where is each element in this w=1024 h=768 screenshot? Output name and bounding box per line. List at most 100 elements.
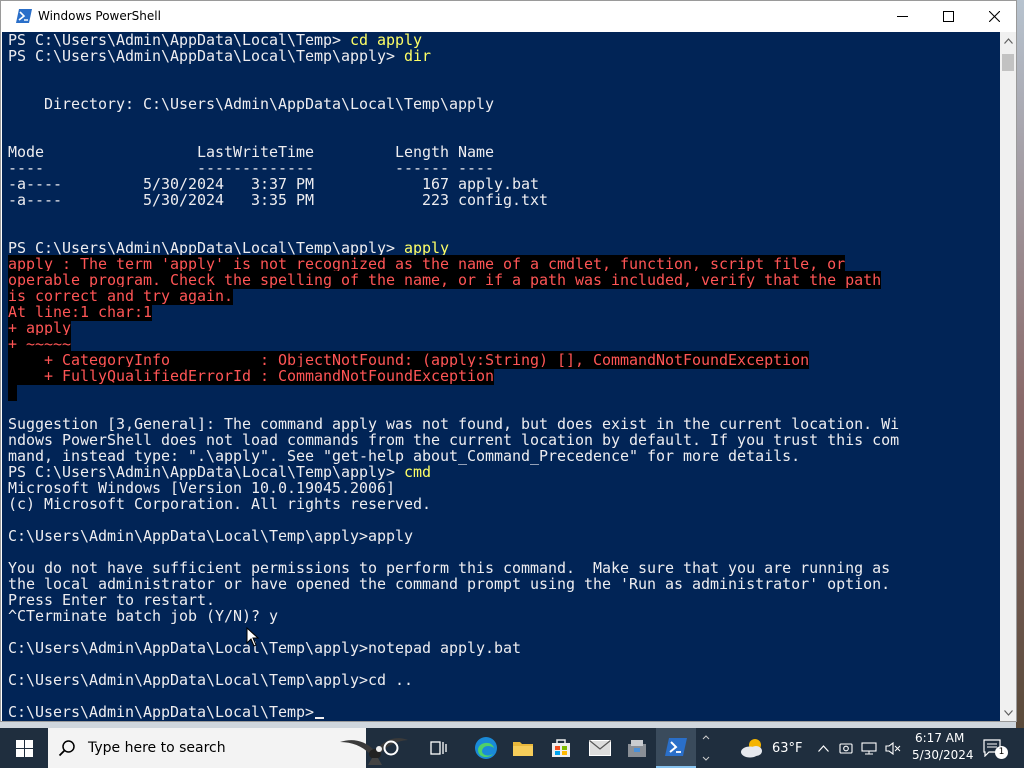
console-line: -a---- 5/30/2024 3:35 PM 223 config.txt: [8, 192, 899, 208]
powershell-icon: [665, 738, 687, 756]
console-line: C:\Users\Admin\AppData\Local\Temp\apply>…: [8, 640, 899, 656]
title-bar[interactable]: Windows PowerShell: [1, 1, 1016, 32]
weather-button[interactable]: [736, 728, 770, 768]
window-title: Windows PowerShell: [38, 9, 161, 23]
store-bag-icon: [552, 739, 570, 757]
camera-icon: [839, 743, 853, 754]
console-line: You do not have sufficient permissions t…: [8, 560, 899, 576]
console-line: At line:1 char:1: [8, 303, 899, 321]
close-icon: [988, 11, 1000, 22]
console-line: ---- ------------- ------ ----: [8, 160, 899, 176]
clock-time[interactable]: 6:17 AM: [915, 731, 964, 745]
scroll-down-button[interactable]: [1000, 704, 1016, 721]
console-line: apply : The term 'apply' is not recogniz…: [8, 255, 899, 273]
chevron-up-down-icon: [702, 735, 710, 761]
minimize-icon: [896, 16, 908, 17]
show-hidden-icons-button[interactable]: [814, 728, 832, 768]
taskbar-app-installer[interactable]: [620, 728, 654, 768]
maximize-button[interactable]: [925, 1, 971, 32]
search-icon: [58, 740, 75, 757]
task-view-icon: [430, 741, 447, 755]
cortana-button[interactable]: [368, 728, 414, 768]
console-text: ^CTerminate batch job (Y/N)? y: [8, 607, 279, 625]
scroll-up-button[interactable]: [1000, 32, 1016, 49]
console-line: Suggestion [3,General]: The command appl…: [8, 416, 899, 432]
console-line: + apply: [8, 319, 899, 337]
console-text: -a---- 5/30/2024 3:35 PM 223 config.txt: [8, 191, 549, 209]
console-text: C:\Users\Admin\AppData\Local\Temp\apply>…: [8, 527, 414, 545]
folder-icon: [513, 742, 533, 756]
console-line: PS C:\Users\Admin\AppData\Local\Temp\app…: [8, 48, 899, 64]
console-line: (c) Microsoft Corporation. All rights re…: [8, 496, 899, 512]
taskbar-app-mail[interactable]: [584, 728, 616, 768]
close-button[interactable]: [971, 1, 1017, 32]
console-text: (c) Microsoft Corporation. All rights re…: [8, 495, 432, 513]
minimize-button[interactable]: [879, 1, 925, 32]
console-text: Directory: C:\Users\Admin\AppData\Local\…: [8, 95, 495, 113]
console-text: C:\Users\Admin\AppData\Local\Temp\apply>…: [8, 671, 414, 689]
network-icon: [861, 741, 877, 754]
desktop-background: [1016, 0, 1024, 728]
console-line: + ~~~~~: [8, 335, 899, 353]
tray-network[interactable]: [858, 728, 880, 768]
console-line: mand, instead type: ".\apply". See "get-…: [8, 448, 899, 464]
taskbar-app-powershell[interactable]: [656, 728, 696, 768]
cortana-circle-icon: [383, 740, 399, 756]
console-line: Directory: C:\Users\Admin\AppData\Local\…: [8, 96, 899, 112]
taskbar-app-store[interactable]: [546, 728, 576, 768]
taskbar-app-file-explorer[interactable]: [508, 728, 538, 768]
mail-envelope-icon: [589, 740, 611, 756]
mouse-pointer-icon: [246, 627, 260, 647]
taskbar-overflow-arrows[interactable]: [698, 728, 714, 768]
console-text: PS C:\Users\Admin\AppData\Local\Temp\app…: [8, 47, 405, 65]
weather-cloud-sun-icon: [741, 739, 762, 758]
search-placeholder: Type here to search: [88, 740, 226, 756]
chevron-down-icon: [1003, 709, 1013, 716]
error-text: + FullyQualifiedErrorId : CommandNotFoun…: [8, 367, 495, 385]
start-button[interactable]: [0, 728, 48, 768]
notification-badge: 1: [995, 746, 1008, 759]
windows-logo-icon: [15, 739, 33, 757]
console-text: C:\Users\Admin\AppData\Local\Temp>: [8, 703, 315, 721]
scroll-thumb[interactable]: [1002, 54, 1014, 71]
console-line: + FullyQualifiedErrorId : CommandNotFoun…: [8, 367, 899, 385]
console-line: -a---- 5/30/2024 3:37 PM 167 apply.bat: [8, 176, 899, 192]
console-line: Microsoft Windows [Version 10.0.19045.20…: [8, 480, 899, 496]
console-line: operable program. Check the spelling of …: [8, 271, 899, 289]
console-line: C:\Users\Admin\AppData\Local\Temp>: [8, 704, 899, 720]
powershell-icon: [16, 9, 32, 23]
error-text: [8, 383, 18, 401]
powershell-window[interactable]: Windows PowerShell PS C:\Users\Admin\App…: [0, 0, 1017, 722]
taskbar-app-edge[interactable]: [464, 728, 508, 768]
weather-temperature: 63°F: [772, 741, 803, 756]
console-line: PS C:\Users\Admin\AppData\Local\Temp\app…: [8, 464, 899, 480]
clock-date[interactable]: 5/30/2024: [912, 748, 974, 762]
console-line: ^CTerminate batch job (Y/N)? y: [8, 608, 899, 624]
console-line: Mode LastWriteTime Length Name: [8, 144, 899, 160]
tray-meet-now[interactable]: [836, 728, 856, 768]
maximize-icon: [942, 11, 954, 22]
console-line: [8, 383, 899, 401]
console-lines: PS C:\Users\Admin\AppData\Local\Temp> cd…: [8, 32, 899, 720]
chevron-up-icon: [1003, 37, 1013, 44]
tray-volume[interactable]: [882, 728, 904, 768]
console-line: the local administrator or have opened t…: [8, 576, 899, 592]
vertical-scrollbar[interactable]: [1000, 32, 1016, 721]
task-view-button[interactable]: [416, 728, 462, 768]
console-line: ndows PowerShell does not load commands …: [8, 432, 899, 448]
taskbar-search-box[interactable]: Type here to search: [48, 728, 408, 768]
console-output[interactable]: PS C:\Users\Admin\AppData\Local\Temp> cd…: [2, 32, 1000, 721]
chevron-up-icon: [817, 744, 829, 752]
